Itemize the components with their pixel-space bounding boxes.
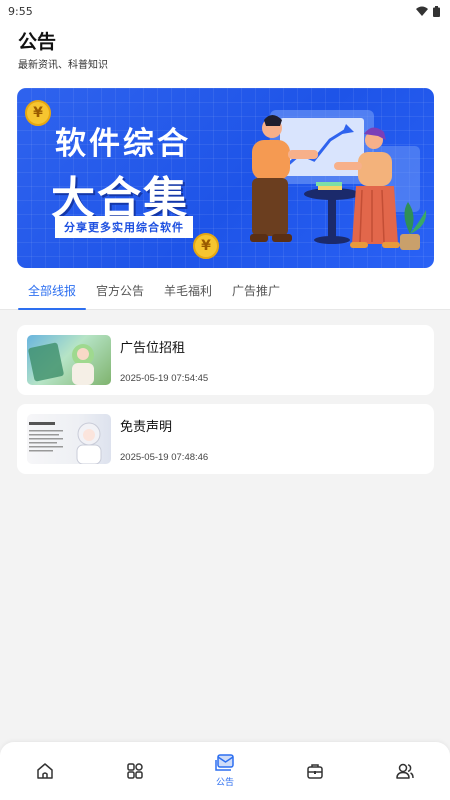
status-icons [416, 5, 440, 17]
tab-freebies[interactable]: 羊毛福利 [154, 272, 222, 310]
tab-label: 广告推广 [232, 284, 281, 298]
tab-label: 官方公告 [96, 284, 145, 298]
banner-tagline: 分享更多实用综合软件 [55, 216, 193, 238]
announcement-list: 广告位招租 2025-05-19 07:54:45 免责声明 2025-05-1… [17, 325, 434, 483]
status-bar: 9:55 [0, 0, 450, 22]
thumbnail-image [27, 335, 111, 385]
banner-section: ¥ 软件综合 大合集 分享更多实用综合软件 ¥ [0, 80, 450, 272]
bottom-navigation: 公告 [0, 742, 450, 800]
thumbnail-image [27, 414, 111, 464]
coin-icon: ¥ [25, 100, 51, 126]
tab-label: 全部线报 [28, 284, 77, 298]
banner-heading: 软件综合 [55, 126, 191, 162]
battery-icon [433, 5, 440, 17]
announcement-icon [215, 754, 234, 771]
tab-all-leads[interactable]: 全部线报 [18, 272, 87, 310]
nav-home[interactable] [0, 742, 90, 800]
grid-icon [127, 763, 143, 779]
announcement-title: 免责声明 [120, 420, 173, 435]
toolbox-icon [307, 764, 323, 779]
announcement-date: 2025-05-19 07:54:45 [120, 373, 209, 384]
list-item[interactable]: 广告位招租 2025-05-19 07:54:45 [17, 325, 434, 395]
home-icon [37, 763, 53, 779]
nav-profile[interactable] [360, 742, 450, 800]
users-icon [396, 763, 414, 779]
tab-official-announcements[interactable]: 官方公告 [86, 272, 154, 310]
status-time: 9:55 [8, 4, 33, 18]
announcement-title: 广告位招租 [120, 341, 186, 356]
tab-ad-promotion[interactable]: 广告推广 [222, 272, 290, 310]
category-tabs: 全部线报 官方公告 羊毛福利 广告推广 [0, 272, 450, 310]
tab-label: 羊毛福利 [164, 284, 213, 298]
list-item[interactable]: 免责声明 2025-05-19 07:48:46 [17, 404, 434, 474]
announcement-date: 2025-05-19 07:48:46 [120, 452, 209, 463]
wifi-icon [416, 6, 428, 16]
page-header: 公告 最新资讯、科普知识 [0, 22, 450, 80]
nav-announcements[interactable]: 公告 [180, 742, 270, 800]
nav-toolbox[interactable] [270, 742, 360, 800]
page-subtitle: 最新资讯、科普知识 [18, 60, 108, 71]
promo-banner[interactable]: ¥ 软件综合 大合集 分享更多实用综合软件 ¥ [17, 88, 434, 268]
nav-label: 公告 [215, 778, 234, 788]
coin-icon: ¥ [193, 233, 219, 259]
banner-illustration [250, 110, 427, 250]
page-title: 公告 [18, 31, 57, 53]
nav-apps[interactable] [90, 742, 180, 800]
